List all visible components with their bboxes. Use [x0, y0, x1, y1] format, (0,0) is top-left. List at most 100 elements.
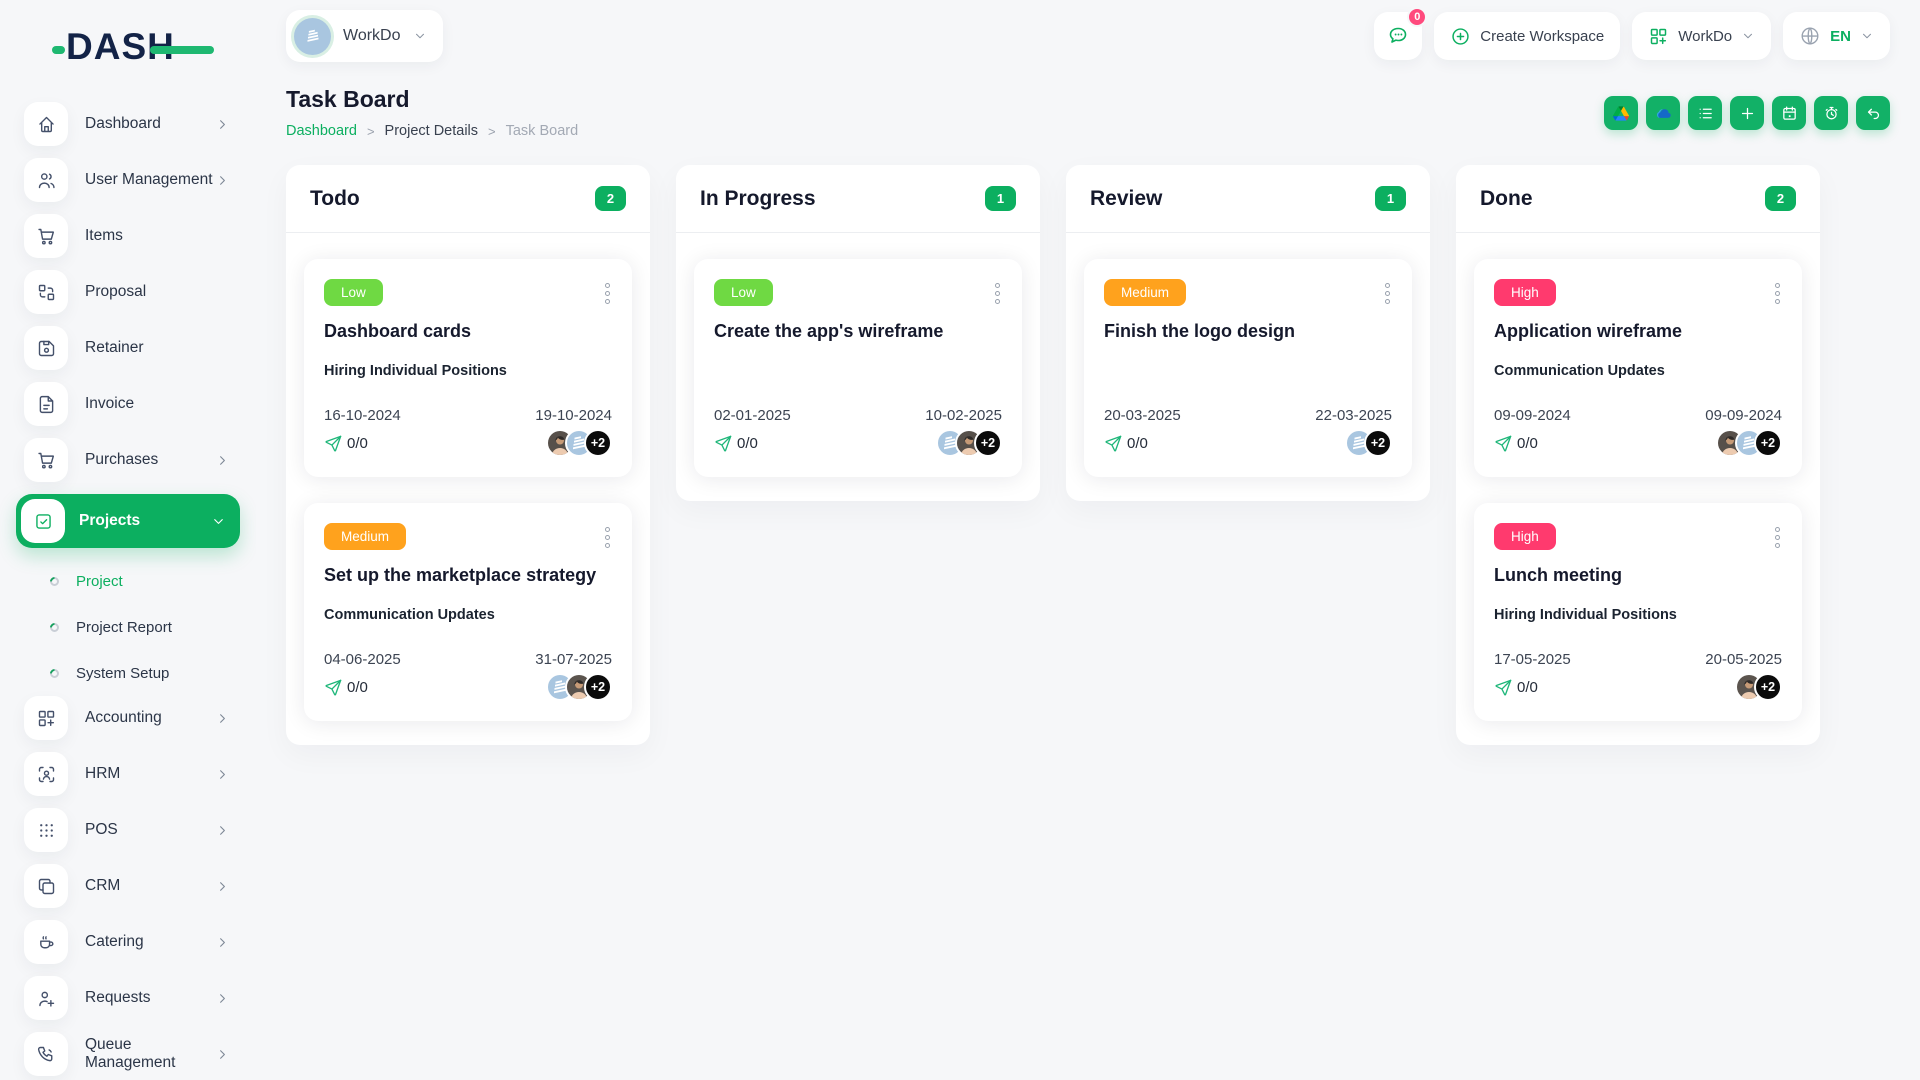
breadcrumb-dashboard[interactable]: Dashboard — [286, 123, 357, 139]
board-actions — [1604, 96, 1890, 130]
logo-accent-dot — [52, 46, 65, 54]
sidebar-item-user-management[interactable]: User Management — [16, 158, 240, 202]
chevron-right-icon — [220, 119, 225, 129]
sidebar-subitem-project-report[interactable]: Project Report — [14, 604, 242, 650]
sidebar-item-retainer[interactable]: Retainer — [16, 326, 240, 370]
task-title[interactable]: Dashboard cards — [324, 321, 612, 342]
phone-call-icon — [24, 1032, 68, 1076]
priority-badge: Low — [324, 279, 383, 306]
workspace-apps-dropdown[interactable]: WorkDo — [1632, 12, 1772, 60]
task-messages[interactable]: 0/0 — [714, 434, 758, 453]
sidebar-item-hrm[interactable]: HRM — [16, 752, 240, 796]
workspace-selector[interactable]: WorkDo — [286, 10, 443, 62]
add-task-button[interactable] — [1730, 96, 1764, 130]
sidebar-item-items[interactable]: Items — [16, 214, 240, 258]
sidebar-item-purchases[interactable]: Purchases — [16, 438, 240, 482]
user-plus-icon — [24, 976, 68, 1020]
sidebar-item-projects[interactable]: Projects — [16, 494, 240, 548]
task-messages[interactable]: 0/0 — [1494, 678, 1538, 697]
sidebar-item-dashboard[interactable]: Dashboard — [16, 102, 240, 146]
kebab-menu-icon[interactable] — [1383, 279, 1392, 308]
task-card[interactable]: Low Dashboard cards Hiring Individual Po… — [304, 259, 632, 477]
kebab-menu-icon[interactable] — [603, 279, 612, 308]
task-avatars: +2 — [1716, 429, 1782, 457]
brand-logo[interactable]: DASH — [52, 26, 236, 78]
task-avatars: +2 — [936, 429, 1002, 457]
more-members-badge[interactable]: +2 — [1754, 429, 1782, 457]
task-messages[interactable]: 0/0 — [1494, 434, 1538, 453]
sidebar-item-catering[interactable]: Catering — [16, 920, 240, 964]
task-messages[interactable]: 0/0 — [1104, 434, 1148, 453]
send-icon — [325, 679, 342, 696]
grid-dots-icon — [24, 808, 68, 852]
kanban-column-todo: Todo 2 Low Dashboard cards Hiring Indivi… — [286, 165, 650, 745]
messages-button[interactable]: 0 — [1374, 7, 1428, 60]
task-project — [714, 363, 1002, 380]
sidebar-item-accounting[interactable]: Accounting — [16, 696, 240, 740]
sidebar-subitem-project[interactable]: Project — [14, 558, 242, 604]
kebab-menu-icon[interactable] — [1773, 523, 1782, 552]
kebab-menu-icon[interactable] — [993, 279, 1002, 308]
sidebar-item-proposal[interactable]: Proposal — [16, 270, 240, 314]
language-dropdown[interactable]: EN — [1783, 12, 1890, 60]
sidebar-item-label: Items — [85, 227, 123, 244]
task-title[interactable]: Lunch meeting — [1494, 565, 1782, 586]
breadcrumb-current: Task Board — [505, 123, 579, 139]
coffee-icon — [24, 920, 68, 964]
task-messages[interactable]: 0/0 — [324, 434, 368, 453]
task-end-date: 19-10-2024 — [535, 407, 612, 424]
undo-button[interactable] — [1856, 96, 1890, 130]
task-message-count: 0/0 — [1127, 434, 1148, 452]
more-members-badge[interactable]: +2 — [584, 673, 612, 701]
task-title[interactable]: Finish the logo design — [1104, 321, 1392, 342]
user-scan-icon — [24, 752, 68, 796]
task-messages[interactable]: 0/0 — [324, 678, 368, 697]
breadcrumb-separator: > — [366, 123, 375, 139]
breadcrumb-project-details[interactable]: Project Details — [385, 123, 478, 139]
more-members-badge[interactable]: +2 — [1754, 673, 1782, 701]
task-start-date: 20-03-2025 — [1104, 407, 1181, 424]
task-card[interactable]: High Application wireframe Communication… — [1474, 259, 1802, 477]
sidebar-item-queue-management[interactable]: Queue Management — [16, 1032, 240, 1076]
sidebar-item-label: User Management — [85, 171, 213, 188]
google-drive-button[interactable] — [1604, 96, 1638, 130]
calendar-button[interactable] — [1772, 96, 1806, 130]
task-project: Communication Updates — [1494, 363, 1665, 379]
sidebar-item-requests[interactable]: Requests — [16, 976, 240, 1020]
task-card[interactable]: High Lunch meeting Hiring Individual Pos… — [1474, 503, 1802, 721]
chevron-down-icon — [1744, 33, 1753, 39]
cart-icon — [24, 438, 68, 482]
task-title[interactable]: Application wireframe — [1494, 321, 1782, 342]
list-view-button[interactable] — [1688, 96, 1722, 130]
task-message-count: 0/0 — [737, 434, 758, 452]
task-avatars: +2 — [546, 673, 612, 701]
task-card[interactable]: Medium Set up the marketplace strategy C… — [304, 503, 632, 721]
create-workspace-button[interactable]: Create Workspace — [1434, 12, 1621, 60]
timer-icon — [1825, 106, 1837, 119]
priority-badge: Low — [714, 279, 773, 306]
one-drive-button[interactable] — [1646, 96, 1680, 130]
task-title[interactable]: Create the app's wireframe — [714, 321, 1002, 342]
sidebar-item-pos[interactable]: POS — [16, 808, 240, 852]
task-message-count: 0/0 — [1517, 678, 1538, 696]
timer-button[interactable] — [1814, 96, 1848, 130]
kebab-menu-icon[interactable] — [1773, 279, 1782, 308]
sidebar-item-invoice[interactable]: Invoice — [16, 382, 240, 426]
task-title[interactable]: Set up the marketplace strategy — [324, 565, 612, 586]
task-project: Communication Updates — [324, 607, 495, 623]
more-members-badge[interactable]: +2 — [1364, 429, 1392, 457]
sidebar-item-label: CRM — [85, 877, 121, 894]
kebab-menu-icon[interactable] — [603, 523, 612, 552]
page-header: Task Board Dashboard > Project Details >… — [286, 86, 1890, 139]
more-members-badge[interactable]: +2 — [974, 429, 1002, 457]
more-members-badge[interactable]: +2 — [584, 429, 612, 457]
users-icon — [24, 158, 68, 202]
sidebar-item-crm[interactable]: CRM — [16, 864, 240, 908]
sidebar-subitem-system-setup[interactable]: System Setup — [14, 650, 242, 696]
task-start-date: 09-09-2024 — [1494, 407, 1571, 424]
column-header: Done 2 — [1456, 165, 1820, 232]
task-card[interactable]: Low Create the app's wireframe 02-01-202… — [694, 259, 1022, 477]
task-start-date: 04-06-2025 — [324, 651, 401, 668]
task-project: Hiring Individual Positions — [324, 363, 507, 379]
task-card[interactable]: Medium Finish the logo design 20-03-2025… — [1084, 259, 1412, 477]
